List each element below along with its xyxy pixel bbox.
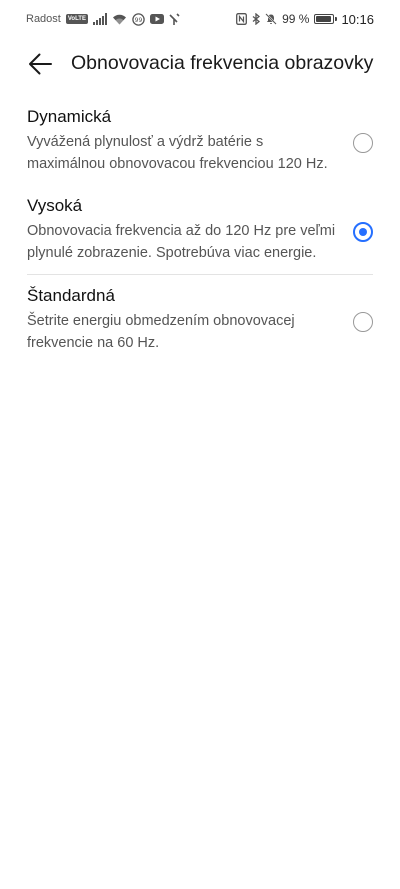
- nfc-icon: [236, 13, 248, 25]
- radio-button-high[interactable]: [353, 221, 373, 242]
- antenna-icon: [169, 13, 180, 25]
- radio-button-standard[interactable]: [353, 311, 373, 332]
- carrier-name: Radost: [26, 13, 61, 25]
- option-dynamic[interactable]: Dynamická Vyvážená plynulosť a výdrž bat…: [0, 96, 400, 185]
- wifi-icon: [112, 13, 127, 25]
- clock: 10:16: [341, 11, 374, 27]
- option-description: Šetrite energiu obmedzením obnovovacej f…: [27, 313, 295, 351]
- option-description: Obnovovacia frekvencia až do 120 Hz pre …: [27, 223, 336, 261]
- radio-button-dynamic[interactable]: [353, 132, 373, 153]
- data-saver-icon: 99: [132, 12, 145, 26]
- status-bar-right: 99 % 10:16: [236, 11, 374, 27]
- back-arrow-icon: [29, 53, 52, 75]
- youtube-icon: [149, 14, 164, 24]
- refresh-rate-options: Dynamická Vyvážená plynulosť a výdrž bat…: [0, 96, 400, 364]
- option-title: Dynamická: [27, 107, 112, 126]
- signal-icon: [92, 13, 107, 25]
- option-high[interactable]: Vysoká Obnovovacia frekvencia až do 120 …: [0, 185, 400, 274]
- battery-icon: [314, 14, 338, 24]
- bluetooth-icon: [252, 13, 261, 25]
- page-title: Obnovovacia frekvencia obrazovky: [71, 52, 374, 74]
- option-title: Štandardná: [27, 286, 115, 305]
- status-bar: Radost VoLTE 99 99 % 10:16: [0, 0, 400, 38]
- svg-text:99: 99: [135, 17, 143, 24]
- mute-icon: [265, 13, 277, 25]
- volte-badge: VoLTE: [65, 14, 88, 24]
- back-button[interactable]: [26, 50, 54, 78]
- battery-percent: 99 %: [282, 12, 310, 26]
- battery-level-fill: [316, 16, 332, 22]
- app-header: Obnovovacia frekvencia obrazovky: [0, 38, 400, 90]
- option-title: Vysoká: [27, 196, 83, 215]
- option-standard[interactable]: Štandardná Šetrite energiu obmedzením ob…: [0, 275, 400, 364]
- option-description: Vyvážená plynulosť a výdrž batérie s max…: [27, 134, 328, 172]
- status-bar-left: Radost VoLTE 99: [26, 12, 180, 26]
